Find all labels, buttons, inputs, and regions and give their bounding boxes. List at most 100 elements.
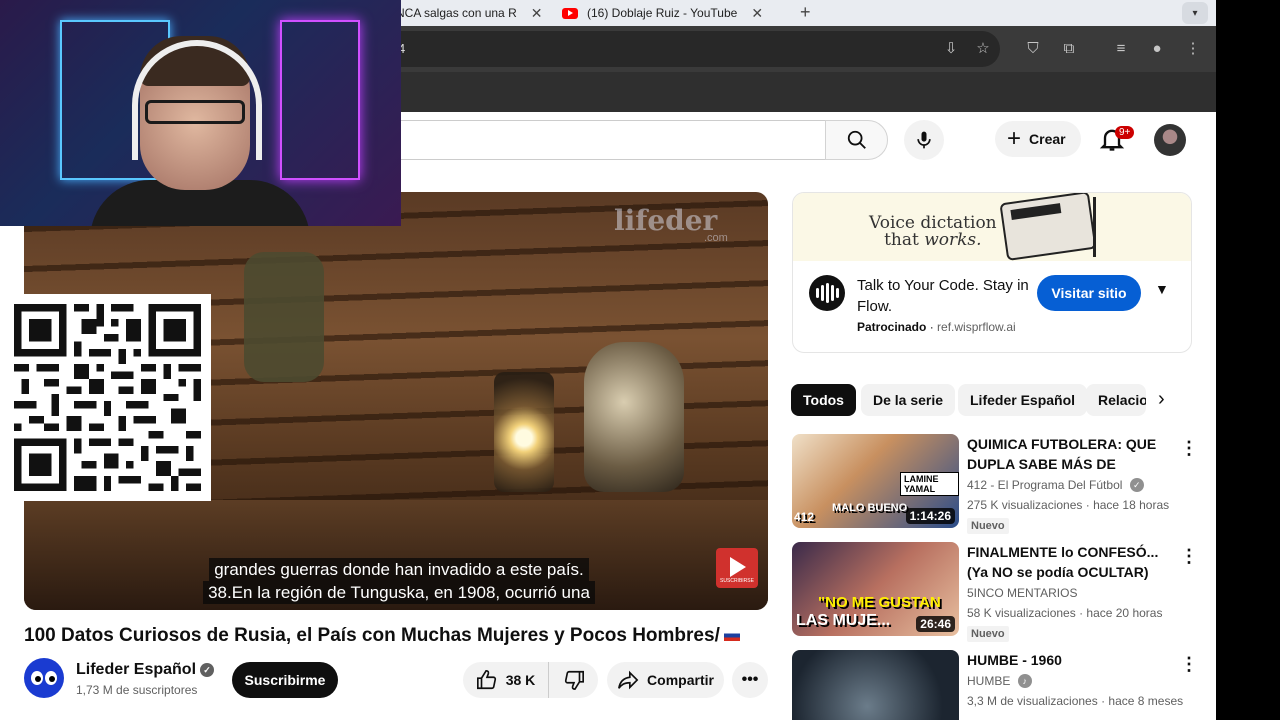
share-arrow-icon xyxy=(618,670,639,690)
rec-views: 58 K visualizaciones xyxy=(967,606,1076,620)
video-bag xyxy=(244,252,324,382)
chip-lifeder-espanol[interactable]: Lifeder Español xyxy=(958,384,1088,416)
video-samovar xyxy=(584,342,684,492)
plus-icon: + xyxy=(1007,125,1022,152)
search-icon xyxy=(847,130,866,149)
video-watermark: lifeder xyxy=(614,204,718,237)
video-duration: 26:46 xyxy=(916,616,955,632)
chevron-right-icon[interactable]: › xyxy=(1158,388,1165,411)
share-button[interactable]: Compartir xyxy=(607,662,724,698)
chip-todos[interactable]: Todos xyxy=(791,384,856,416)
search-button[interactable] xyxy=(825,120,888,160)
logo-bar xyxy=(815,288,819,298)
subscribe-overlay-text: SUSCRIBIRSE xyxy=(720,578,754,584)
rec-menu-icon[interactable]: ⋮ xyxy=(1180,546,1198,567)
address-bar[interactable]: 4 xyxy=(380,31,1000,67)
logo-bar xyxy=(820,285,824,301)
thumbnail-text: LAS MUJE... xyxy=(796,612,891,629)
sponsored-ad-card[interactable]: Voice dictation that works. Talk to Your… xyxy=(792,192,1192,353)
video-thumbnail[interactable]: "NO ME GUSTAN LAS MUJE... 26:46 xyxy=(792,542,959,636)
new-badge: Nuevo xyxy=(967,518,1009,534)
rec-title[interactable]: HUMBE - 1960 xyxy=(967,650,1172,670)
rec-meta: 3,3 M de visualizaciones · hace 8 meses xyxy=(967,694,1184,708)
caption-line-1: grandes guerras donde han invadido a est… xyxy=(209,558,589,581)
install-app-icon[interactable]: ⇩ xyxy=(941,39,961,59)
new-tab-button[interactable]: + xyxy=(800,2,811,23)
user-avatar[interactable] xyxy=(1154,124,1186,156)
caption-line-2: 38.En la región de Tunguska, en 1908, oc… xyxy=(203,581,595,604)
rec-channel[interactable]: 412 - El Programa Del Fútbol ✓ xyxy=(967,478,1144,492)
rec-channel[interactable]: HUMBE ♪ xyxy=(967,674,1032,688)
ad-domain: ref.wisprflow.ai xyxy=(937,320,1016,334)
rec-meta: 58 K visualizaciones · hace 20 horas xyxy=(967,606,1163,620)
shield-icon[interactable]: ⛉ xyxy=(1023,39,1043,59)
qr-code-icon xyxy=(14,304,201,491)
visit-site-button[interactable]: Visitar sitio xyxy=(1037,275,1141,311)
browser-tab-active[interactable]: (16) Doblaje Ruiz - YouTube ✕ xyxy=(562,0,792,26)
rec-channel[interactable]: 5INCO MENTARIOS xyxy=(967,586,1077,600)
search-input[interactable] xyxy=(380,120,826,160)
video-caption: grandes guerras donde han invadido a est… xyxy=(184,558,614,604)
rec-channel-name: 412 - El Programa Del Fútbol xyxy=(967,478,1123,492)
laptop-illustration xyxy=(999,193,1097,261)
subscribe-button[interactable]: Suscribirme xyxy=(232,662,338,698)
avatar-eye xyxy=(45,671,57,685)
rec-age: hace 20 horas xyxy=(1086,606,1163,620)
thumbs-up-icon xyxy=(476,670,496,690)
profile-icon[interactable]: ● xyxy=(1147,39,1167,59)
ad-sponsored-line: Patrocinado · ref.wisprflow.ai xyxy=(857,320,1016,334)
dislike-button[interactable] xyxy=(549,669,598,691)
close-tab-icon[interactable]: ✕ xyxy=(531,5,543,22)
subscriber-count: 1,73 M de suscriptores xyxy=(76,683,198,697)
russia-flag-icon xyxy=(723,630,740,642)
like-dislike-group: 38 K xyxy=(463,662,598,698)
chip-de-la-serie[interactable]: De la serie xyxy=(861,384,956,416)
rec-title[interactable]: FINALMENTE lo CONFESÓ... (Ya NO se podía… xyxy=(967,542,1172,582)
rec-menu-icon[interactable]: ⋮ xyxy=(1180,438,1198,459)
logo-bar xyxy=(835,288,839,298)
share-label: Compartir xyxy=(647,672,714,688)
bookmark-star-icon[interactable]: ☆ xyxy=(973,39,993,59)
voice-search-button[interactable] xyxy=(904,120,944,160)
tab-title: NCA salgas con una R xyxy=(396,6,517,20)
youtube-favicon-icon xyxy=(562,7,578,19)
person-illustration xyxy=(1093,197,1127,257)
create-button[interactable]: + Crear xyxy=(995,121,1081,157)
rec-menu-icon[interactable]: ⋮ xyxy=(1180,654,1198,675)
browser-menu-icon[interactable]: ⋮ xyxy=(1183,39,1203,59)
ad-headline-emphasis: works. xyxy=(924,230,982,250)
ad-headline-line2: that xyxy=(884,230,925,250)
notification-badge: 9+ xyxy=(1115,126,1135,139)
list-item[interactable]: "NO ME GUSTAN LAS MUJE... 26:46 FINALMEN… xyxy=(792,542,1198,642)
ad-title: Talk to Your Code. Stay in Flow. xyxy=(857,277,1029,315)
microphone-icon xyxy=(917,131,931,149)
video-thumbnail[interactable] xyxy=(792,650,959,720)
neon-light xyxy=(280,20,360,180)
tab-search-button[interactable]: ▾ xyxy=(1182,2,1208,24)
close-tab-icon[interactable]: ✕ xyxy=(751,5,763,22)
rec-title[interactable]: QUIMICA FUTBOLERA: QUE DUPLA SABE MÁS DE… xyxy=(967,434,1172,474)
chevron-down-icon[interactable]: ▼ xyxy=(1155,281,1169,297)
media-controls-icon[interactable]: ≡ xyxy=(1111,39,1131,59)
webcam-overlay xyxy=(0,0,401,226)
more-actions-button[interactable]: ••• xyxy=(732,662,768,698)
chip-relacionados[interactable]: Relacio xyxy=(1086,384,1146,416)
rec-views: 3,3 M de visualizaciones xyxy=(967,694,1098,708)
like-button[interactable]: 38 K xyxy=(463,662,549,698)
extensions-icon[interactable]: ⧉ xyxy=(1059,39,1079,59)
browser-tab[interactable]: NCA salgas con una R ✕ xyxy=(396,0,556,26)
channel-avatar[interactable] xyxy=(24,658,64,698)
list-item[interactable]: LAMINE YAMAL MALO BUENO 412 1:14:26 QUIM… xyxy=(792,434,1198,534)
qr-code-overlay xyxy=(4,294,211,501)
tab-title: (16) Doblaje Ruiz - YouTube xyxy=(587,6,738,20)
channel-name[interactable]: Lifeder Español ✓ xyxy=(76,661,215,679)
thumbs-down-icon xyxy=(564,670,584,690)
video-thumbnail[interactable]: LAMINE YAMAL MALO BUENO 412 1:14:26 xyxy=(792,434,959,528)
verified-icon: ♪ xyxy=(1017,674,1032,688)
screen-border xyxy=(1216,0,1280,720)
ad-banner[interactable]: Voice dictation that works. xyxy=(793,193,1191,261)
list-item[interactable]: HUMBE - 1960 HUMBE ♪ 3,3 M de visualizac… xyxy=(792,650,1198,720)
logo-bar xyxy=(825,283,829,303)
sponsored-label: Patrocinado xyxy=(857,320,927,334)
rec-channel-name: HUMBE xyxy=(967,674,1011,688)
